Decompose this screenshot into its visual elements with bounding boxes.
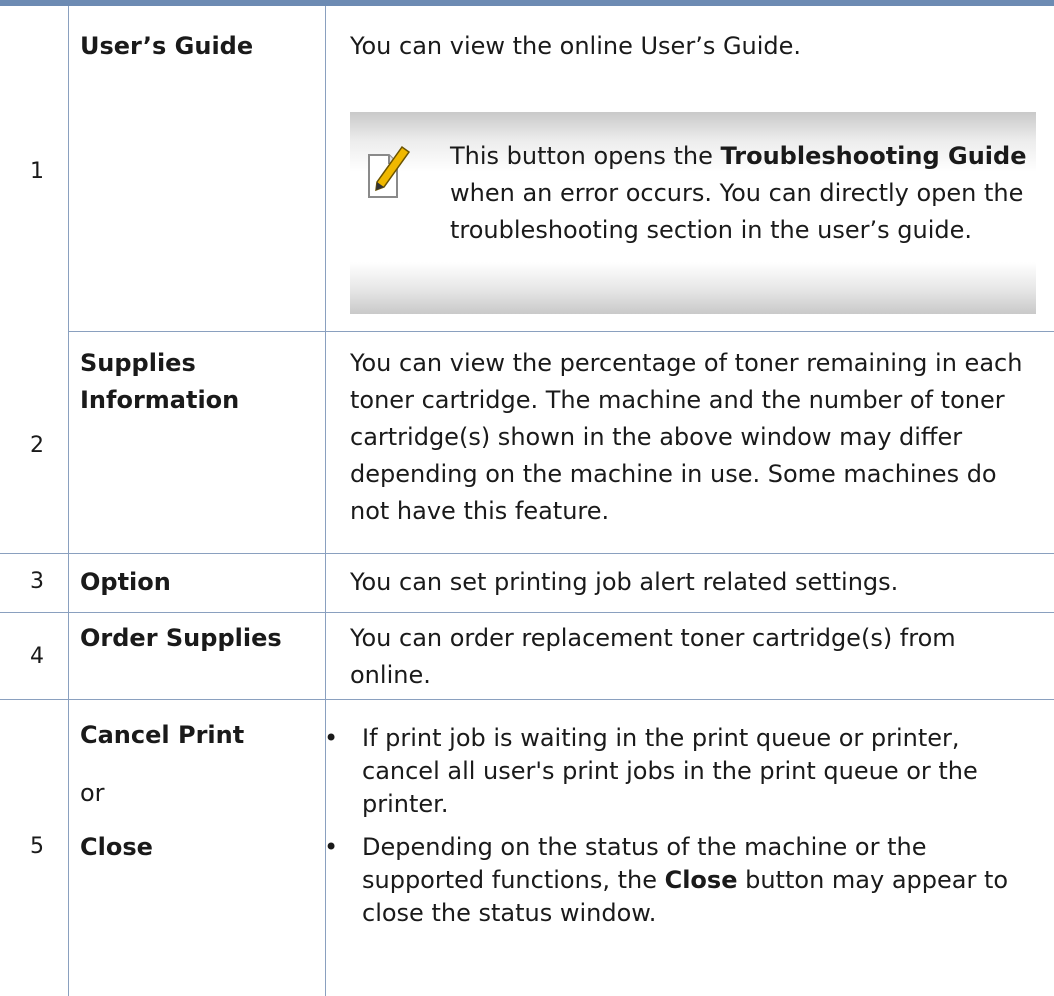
- manual-page: 1 User’s Guide You can view the online U…: [0, 0, 1054, 996]
- item-name: Supplies Information: [80, 349, 240, 414]
- row-number: 1: [30, 159, 44, 184]
- note-text-bold: Troubleshooting Guide: [720, 142, 1027, 170]
- note-box: This button opens the Troubleshooting Gu…: [350, 112, 1036, 314]
- item-name: Close: [80, 833, 153, 861]
- item-name-or: or: [80, 779, 105, 807]
- item-name: User’s Guide: [80, 32, 254, 60]
- row-number: 4: [30, 644, 44, 669]
- note-pencil-icon: [368, 145, 411, 198]
- row-number: 2: [30, 433, 44, 458]
- bullet-text: If print job is waiting in the print que…: [362, 724, 978, 818]
- row-number: 3: [30, 569, 44, 594]
- bullet-icon: •: [324, 833, 339, 861]
- bullet-item: • Depending on the status of the machine …: [324, 831, 1034, 930]
- bullet-item: • If print job is waiting in the print qu…: [324, 722, 1034, 821]
- row-divider: [0, 553, 1054, 554]
- item-name: Order Supplies: [80, 624, 282, 652]
- column-divider-1: [68, 6, 69, 996]
- item-description: You can order replacement toner cartridg…: [350, 624, 956, 689]
- row-divider: [0, 612, 1054, 613]
- table-top-rule: [0, 0, 1054, 6]
- bullet-text-bold: Close: [664, 866, 738, 894]
- row-divider: [0, 699, 1054, 700]
- note-text-start: This button opens the: [450, 142, 721, 170]
- item-description: You can view the percentage of toner rem…: [350, 349, 1023, 525]
- item-name: Option: [80, 568, 171, 596]
- bullet-icon: •: [324, 724, 339, 752]
- item-name: Cancel Print: [80, 721, 245, 749]
- note-text-end: when an error occurs. You can directly o…: [450, 179, 1024, 244]
- row-divider: [68, 331, 1054, 332]
- item-description: You can set printing job alert related s…: [350, 568, 899, 596]
- item-description: You can view the online User’s Guide.: [350, 32, 802, 60]
- row-number: 5: [30, 834, 44, 859]
- item-bullets: • If print job is waiting in the print qu…: [324, 722, 1034, 940]
- note-text: This button opens the Troubleshooting Gu…: [450, 138, 1030, 249]
